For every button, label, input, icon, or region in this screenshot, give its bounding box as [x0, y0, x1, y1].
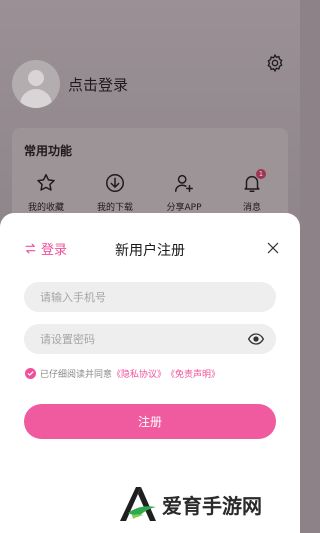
feature-messages[interactable]: 1 消息 [222, 169, 282, 213]
profile-header[interactable]: 点击登录 [12, 60, 128, 108]
sheet-title: 新用户注册 [115, 243, 185, 259]
privacy-policy-link[interactable]: 《隐私协议》 [112, 367, 166, 380]
phone-input[interactable] [24, 282, 276, 312]
feature-share-app[interactable]: 分享APP [154, 172, 214, 213]
star-icon [37, 174, 55, 191]
watermark-text: 爱育手游网 [162, 493, 262, 518]
agreement-checkbox[interactable] [25, 368, 36, 379]
register-button[interactable]: 注册 [24, 404, 276, 439]
eye-icon[interactable] [248, 333, 264, 345]
feature-label: 我的收藏 [27, 203, 64, 213]
watermark-logo: 爱育手游网 [116, 485, 262, 523]
close-icon[interactable] [266, 241, 280, 255]
feature-label: 分享APP [166, 203, 202, 213]
password-input[interactable] [24, 324, 276, 354]
disclaimer-link[interactable]: 《免责声明》 [166, 367, 220, 380]
settings-button[interactable] [264, 52, 286, 74]
features-title: 常用功能 [24, 144, 73, 158]
sheet-header: 登录 新用户注册 [0, 239, 300, 259]
avatar[interactable] [12, 60, 60, 108]
avatar-head-shape [28, 70, 44, 86]
a-logo-icon [120, 487, 156, 521]
register-sheet: 登录 新用户注册 已仔细阅读并同意 《隐私协议》 《免责声明》 注册 爱育手游网 [0, 213, 300, 533]
add-user-icon [175, 174, 193, 192]
feature-label: 我的下载 [96, 203, 133, 213]
avatar-body-shape [20, 89, 52, 108]
agreement-row: 已仔细阅读并同意 《隐私协议》 《免责声明》 [25, 367, 220, 380]
feature-downloads[interactable]: 我的下载 [85, 172, 145, 213]
feature-label: 消息 [242, 203, 261, 213]
feature-favorites[interactable]: 我的收藏 [16, 172, 76, 213]
message-badge: 1 [256, 169, 266, 179]
login-prompt[interactable]: 点击登录 [68, 74, 128, 95]
download-icon [106, 174, 124, 192]
gear-icon [267, 53, 283, 73]
agreement-text: 已仔细阅读并同意 [40, 370, 113, 380]
check-icon [27, 371, 34, 376]
